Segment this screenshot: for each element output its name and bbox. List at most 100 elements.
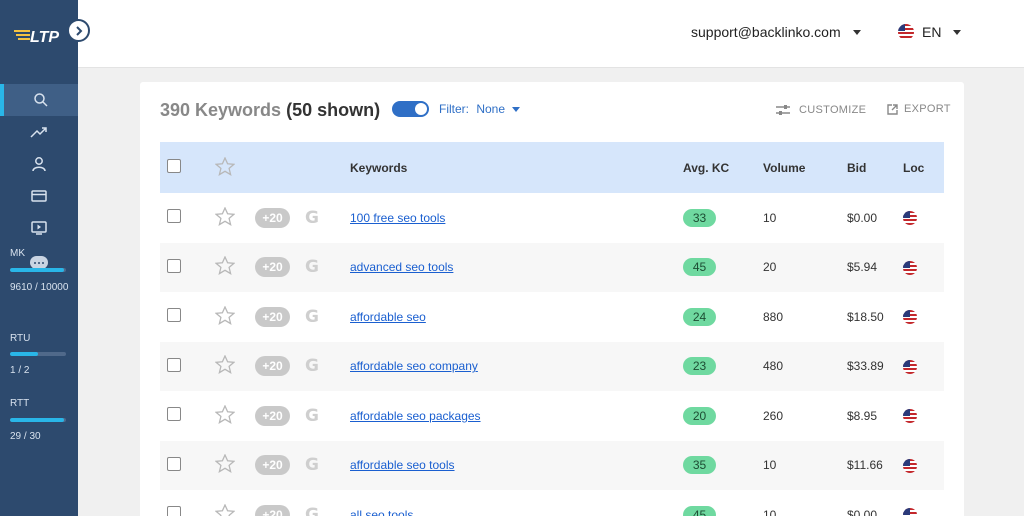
account-menu[interactable]: support@backlinko.com [691, 24, 861, 40]
sidebar: LTP MK 9610 / 10000 RTU 1 / 2 RTT 29 / 3… [0, 0, 90, 516]
star-icon[interactable] [214, 453, 236, 474]
row-checkbox[interactable] [167, 258, 181, 273]
filter-value: None [476, 102, 506, 116]
external-link-icon [887, 103, 898, 115]
google-icon[interactable]: G [305, 505, 319, 516]
google-icon[interactable]: G [305, 208, 319, 228]
keyword-link[interactable]: affordable seo tools [350, 458, 455, 472]
keyword-link[interactable]: all seo tools [350, 508, 413, 516]
col-avg-kc[interactable]: Avg. KC [683, 142, 763, 193]
kc-badge: 23 [683, 357, 716, 376]
bid-value: $11.66 [847, 458, 883, 473]
stat-mk-bar [10, 268, 66, 272]
keywords-card: 390 Keywords (50 shown) Filter: None CUS… [140, 82, 964, 516]
select-all-checkbox[interactable] [167, 159, 181, 173]
star-icon[interactable] [214, 503, 236, 516]
export-label: EXPORT [904, 103, 951, 115]
google-icon[interactable]: G [305, 455, 319, 475]
bid-value: $18.50 [847, 309, 884, 324]
col-loc[interactable]: Loc [903, 142, 944, 193]
row-checkbox[interactable] [167, 209, 181, 224]
google-icon[interactable]: G [305, 406, 319, 426]
star-icon[interactable] [214, 404, 236, 424]
kc-badge: 35 [683, 456, 716, 475]
trend-up-icon [30, 127, 47, 138]
kc-badge: 20 [683, 406, 716, 425]
stat-rtu-label: RTU [10, 333, 31, 344]
filter-dropdown[interactable]: Filter: None [439, 102, 521, 116]
bid-value: $5.94 [847, 260, 878, 275]
star-icon[interactable] [214, 155, 236, 176]
col-keywords[interactable]: Keywords [350, 142, 683, 193]
ltp-logo[interactable]: LTP [14, 24, 68, 46]
us-flag-icon [903, 260, 917, 275]
table-row: +20 G affordable seo tools 35 10 $11.66 [160, 440, 944, 490]
star-icon[interactable] [214, 305, 236, 325]
export-button[interactable]: EXPORT [887, 103, 951, 115]
keyword-link[interactable]: affordable seo [350, 310, 426, 324]
language-selector[interactable]: EN [898, 24, 962, 40]
star-icon[interactable] [214, 354, 236, 375]
sidebar-item-billing[interactable] [0, 180, 78, 212]
credit-card-icon [31, 190, 47, 202]
keyword-link[interactable]: affordable seo packages [350, 409, 481, 423]
row-checkbox[interactable] [167, 456, 181, 471]
customize-button[interactable]: CUSTOMIZE [775, 104, 866, 116]
keyword-link[interactable]: advanced seo tools [350, 260, 453, 274]
stat-rtt-label: RTT [10, 398, 30, 409]
col-volume[interactable]: Volume [763, 142, 847, 193]
keyword-total: 390 Keywords [160, 100, 282, 120]
logo-area: LTP [0, 0, 90, 68]
row-checkbox[interactable] [167, 308, 181, 323]
us-flag-icon [903, 359, 917, 374]
card-toolbar: 390 Keywords (50 shown) Filter: None CUS… [140, 82, 964, 140]
stat-rtu-value: 1 / 2 [10, 365, 30, 376]
related-count-badge[interactable]: +20 [255, 257, 290, 278]
sidebar-item-trends[interactable] [0, 116, 78, 148]
volume-value: 260 [763, 408, 784, 423]
us-flag-icon [903, 508, 917, 516]
sidebar-item-search[interactable] [0, 84, 78, 116]
stat-rtu-bar [10, 352, 66, 356]
sidebar-item-account[interactable] [0, 148, 78, 180]
stat-mk-fill [10, 268, 64, 272]
star-icon[interactable] [214, 206, 236, 226]
user-icon [32, 157, 46, 172]
google-icon[interactable]: G [305, 257, 319, 277]
sidebar-expand-button[interactable] [67, 19, 90, 42]
related-count-badge[interactable]: +20 [255, 207, 290, 228]
chevron-right-icon [75, 25, 82, 36]
caret-down-icon [953, 29, 962, 35]
stat-rtt-value: 29 / 30 [10, 431, 41, 442]
sidebar-item-tutorials[interactable] [0, 212, 78, 244]
table-header-row: Keywords Avg. KC Volume Bid Loc [160, 142, 944, 193]
row-checkbox[interactable] [167, 506, 181, 516]
caret-down-icon [852, 29, 861, 35]
stat-rtt-bar [10, 418, 66, 422]
table-row: +20 G 100 free seo tools 33 10 $0.00 [160, 193, 944, 243]
related-count-badge[interactable]: +20 [255, 306, 290, 327]
row-checkbox[interactable] [167, 407, 181, 422]
related-count-badge[interactable]: +20 [255, 504, 290, 516]
related-count-badge[interactable]: +20 [255, 356, 290, 377]
kc-badge: 45 [683, 505, 716, 516]
keyword-link[interactable]: affordable seo company [350, 359, 478, 373]
stat-rtu-fill [10, 352, 38, 356]
top-header: support@backlinko.com EN [78, 0, 1024, 68]
logo-text: LTP [30, 29, 59, 44]
related-count-badge[interactable]: +20 [255, 455, 290, 476]
google-icon[interactable]: G [305, 356, 319, 376]
google-icon[interactable]: G [305, 307, 319, 327]
col-bid[interactable]: Bid [847, 142, 903, 193]
account-email: support@backlinko.com [691, 24, 841, 40]
keyword-link[interactable]: 100 free seo tools [350, 211, 445, 225]
row-checkbox[interactable] [167, 357, 181, 372]
filter-toggle[interactable] [392, 101, 429, 117]
related-count-badge[interactable]: +20 [255, 405, 290, 426]
bid-value: $33.89 [847, 359, 884, 374]
caret-down-icon [512, 107, 521, 113]
star-icon[interactable] [214, 255, 236, 276]
table-row: +20 G all seo tools 45 10 $0.00 [160, 490, 944, 516]
us-flag-icon [903, 211, 917, 226]
keywords-table-body: +20 G 100 free seo tools 33 10 $0.00 +20… [160, 193, 944, 516]
